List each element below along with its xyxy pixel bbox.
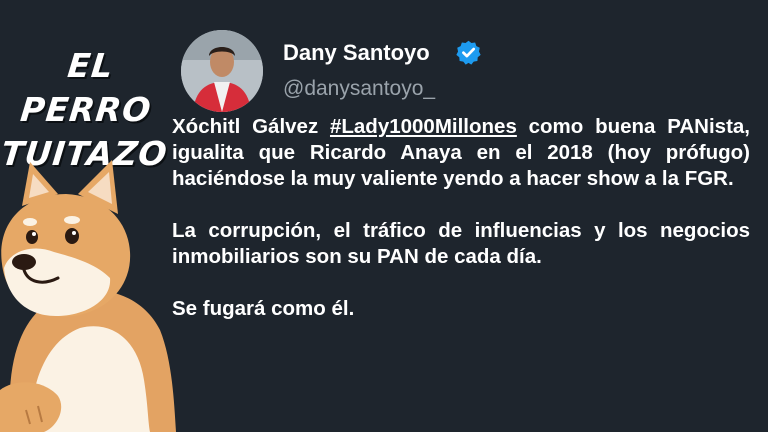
tweet-paragraph-2: La corrupción, el tráfico de influencias…: [172, 219, 750, 268]
hashtag-link[interactable]: #Lady1000Millones: [330, 115, 517, 138]
brand-title: EL PERRO TUITAZO: [0, 44, 173, 176]
verified-badge-icon: [456, 40, 481, 65]
doge-mascot-illustration: [0, 160, 177, 432]
tweet-body: Xóchitl Gálvez #Lady1000Millones como bu…: [172, 114, 750, 322]
profile-photo: [181, 30, 263, 112]
tweet-paragraph-3: Se fugará como él.: [172, 297, 355, 320]
tweet-text-intro: Xóchitl Gálvez: [172, 115, 330, 138]
author-handle[interactable]: @danysantoyo_: [283, 76, 435, 102]
brand-line-1: EL PERRO: [18, 46, 154, 129]
tweet-paragraph-1: Xóchitl Gálvez #Lady1000Millones como bu…: [172, 114, 750, 192]
author-avatar[interactable]: [181, 30, 263, 112]
author-name[interactable]: Dany Santoyo: [283, 40, 430, 66]
